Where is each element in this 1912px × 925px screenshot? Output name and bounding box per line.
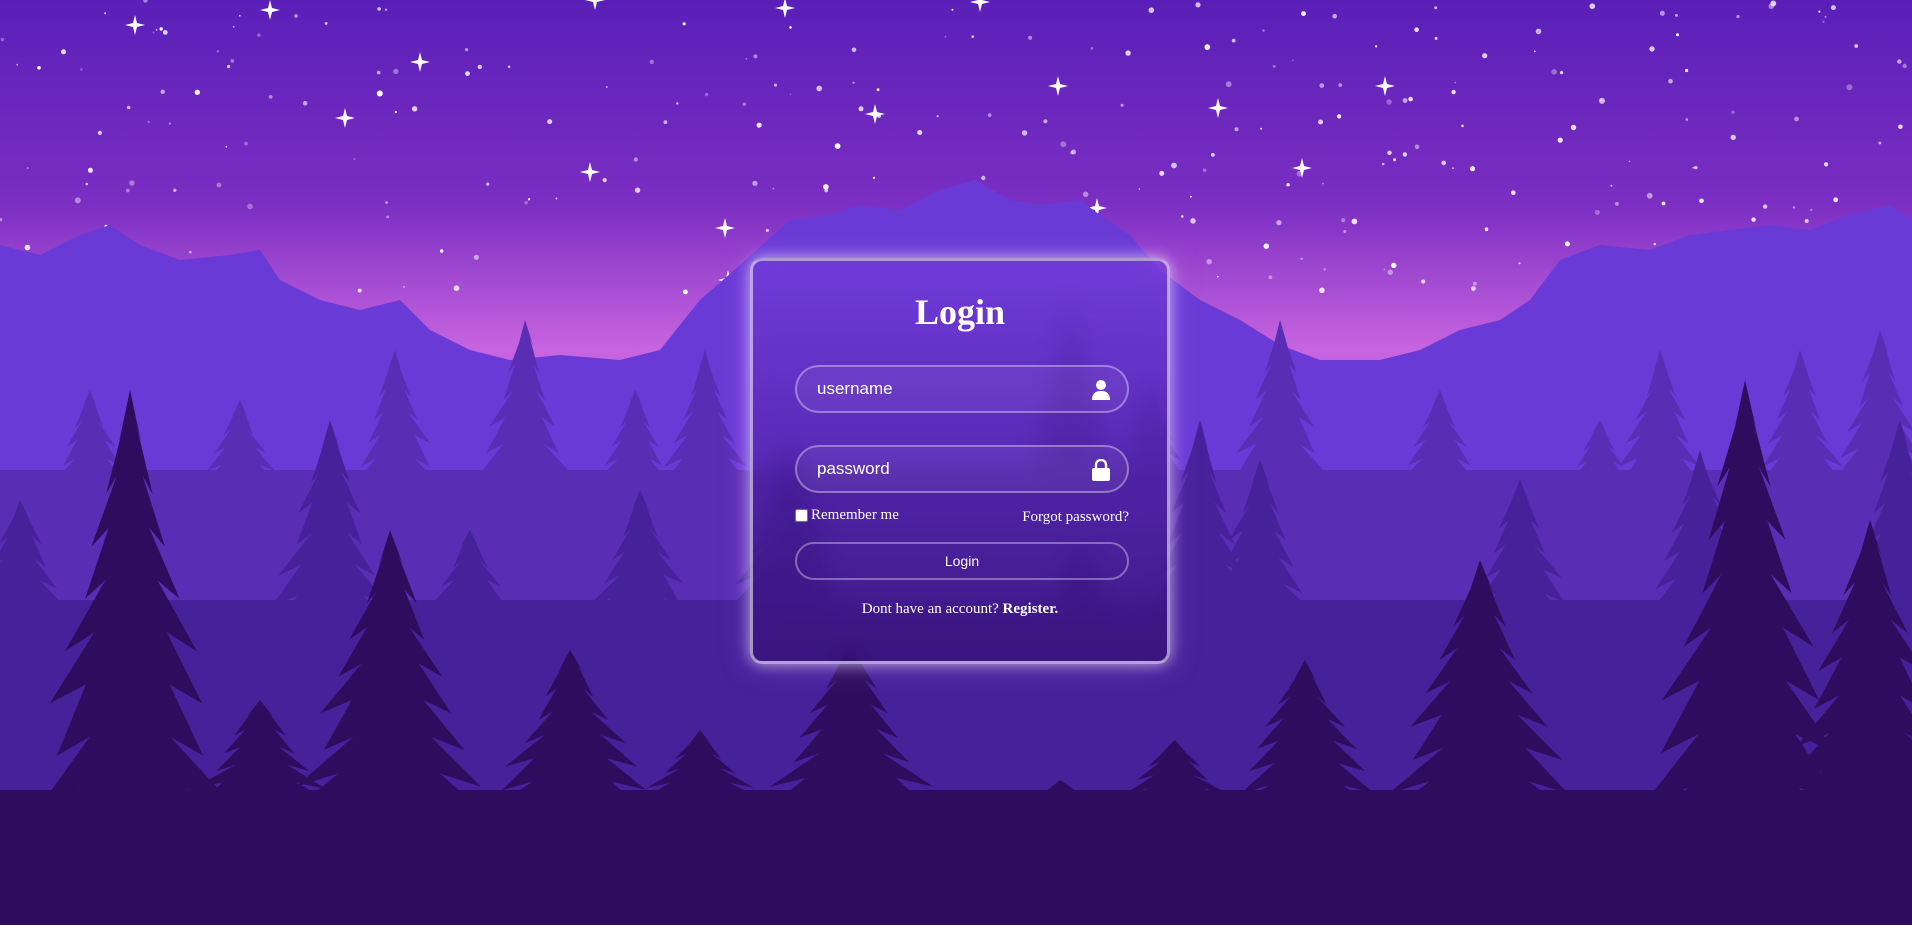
remember-me-checkbox[interactable] [795,509,808,522]
register-row: Dont have an account? Register. [753,601,1167,618]
remember-me-text: Remember me [811,507,899,523]
register-link[interactable]: Register. [1003,601,1059,617]
login-card: Login Remember me Forgot password? Login… [750,258,1170,664]
login-title: Login [914,292,1006,332]
register-prompt: Dont have an account? [861,601,999,617]
forgot-password-link[interactable]: Forgot password? [1022,509,1129,526]
remember-me-label[interactable]: Remember me [795,507,899,524]
login-button[interactable]: Login [795,542,1129,580]
remember-forgot-row: Remember me Forgot password? [795,507,1129,529]
username-input[interactable] [797,367,1127,411]
password-input[interactable] [797,447,1127,491]
forest-near-base [0,790,1912,925]
lock-icon [1091,458,1111,481]
username-field-wrapper [795,365,1129,413]
user-icon [1091,379,1111,401]
password-field-wrapper [795,445,1129,493]
